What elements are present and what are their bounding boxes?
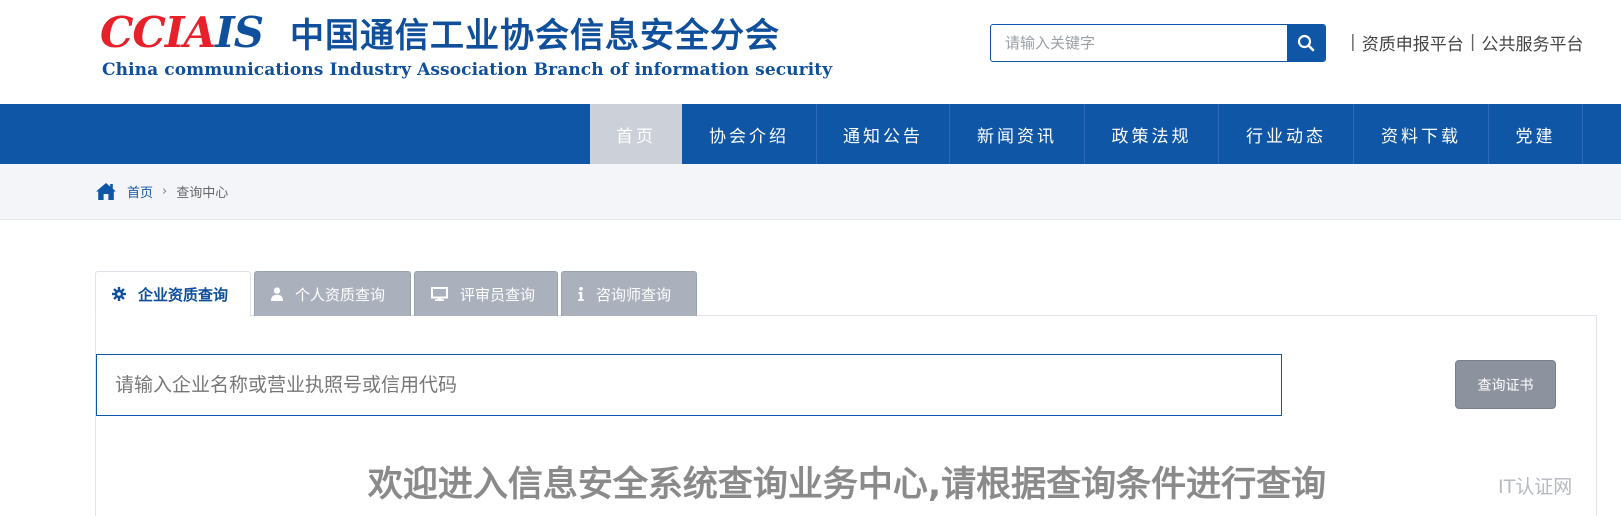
nav-item-about[interactable]: 协会介绍: [682, 104, 817, 164]
monitor-icon: [431, 287, 448, 301]
home-icon[interactable]: [95, 182, 117, 201]
breadcrumb-current: 查询中心: [176, 186, 229, 201]
breadcrumb-separator: ›: [162, 184, 168, 199]
top-link-qualification-platform[interactable]: 资质申报平台: [1362, 30, 1464, 55]
top-link-public-service-platform[interactable]: 公共服务平台: [1481, 30, 1583, 55]
watermark: IT认证网: [1498, 476, 1573, 498]
top-link-separator: |: [1469, 32, 1476, 52]
nav-item-party[interactable]: 党建: [1489, 104, 1583, 164]
top-links: | 资质申报平台 | 公共服务平台: [1344, 30, 1583, 55]
site-header: CCIAIS 中国通信工业协会信息安全分会 China communicatio…: [0, 0, 1621, 104]
gear-icon: [112, 287, 126, 301]
search-button[interactable]: [1287, 25, 1325, 61]
nav-item-policies[interactable]: 政策法规: [1085, 104, 1219, 164]
tab-reviewer[interactable]: 评审员查询: [414, 271, 558, 316]
nav-item-news[interactable]: 新闻资讯: [950, 104, 1085, 164]
logo-mark-blue: IS: [215, 8, 264, 57]
info-icon: [578, 287, 584, 301]
tab-consultant[interactable]: 咨询师查询: [561, 271, 697, 316]
main-nav: 首页 协会介绍 通知公告 新闻资讯 政策法规 行业动态 资料下载 党建: [0, 104, 1621, 164]
logo-name-en: China communications Industry Associatio…: [102, 60, 833, 80]
logo-mark-red: CCIA: [100, 8, 216, 57]
tab-personal-qualification[interactable]: 个人资质查询: [254, 271, 411, 316]
nav-item-notices[interactable]: 通知公告: [817, 104, 950, 164]
top-link-separator: |: [1350, 32, 1356, 52]
user-icon: [271, 287, 283, 301]
site-logo[interactable]: CCIAIS 中国通信工业协会信息安全分会 China communicatio…: [100, 8, 832, 81]
logo-mark: CCIAIS: [100, 8, 264, 57]
tab-label: 咨询师查询: [596, 285, 672, 304]
search-box: [990, 24, 1326, 62]
search-icon: [1297, 34, 1315, 52]
tab-label: 评审员查询: [460, 285, 536, 304]
nav-items: 首页 协会介绍 通知公告 新闻资讯 政策法规 行业动态 资料下载 党建: [590, 104, 1583, 164]
logo-name-cn: 中国通信工业协会信息安全分会: [290, 16, 780, 56]
breadcrumb-bar: 首页 › 查询中心: [0, 164, 1621, 220]
tab-label: 个人资质查询: [295, 285, 386, 304]
nav-item-industry[interactable]: 行业动态: [1219, 104, 1354, 164]
nav-item-home[interactable]: 首页: [590, 104, 682, 164]
query-tabs: 企业资质查询 个人资质查询 评审员查询 咨询师查询: [95, 271, 700, 317]
welcome-message: 欢迎进入信息安全系统查询业务中心,请根据查询条件进行查询: [367, 465, 1327, 505]
query-panel: 查询证书 欢迎进入信息安全系统查询业务中心,请根据查询条件进行查询: [95, 315, 1597, 516]
breadcrumb-home-link[interactable]: 首页: [127, 182, 153, 201]
search-input[interactable]: [991, 25, 1289, 61]
tab-label: 企业资质查询: [138, 285, 229, 304]
breadcrumb: 首页 › 查询中心: [95, 182, 228, 201]
query-certificate-button[interactable]: 查询证书: [1455, 360, 1556, 409]
tab-enterprise-qualification[interactable]: 企业资质查询: [95, 271, 251, 317]
nav-item-downloads[interactable]: 资料下载: [1354, 104, 1489, 164]
enterprise-query-input[interactable]: [96, 354, 1282, 416]
